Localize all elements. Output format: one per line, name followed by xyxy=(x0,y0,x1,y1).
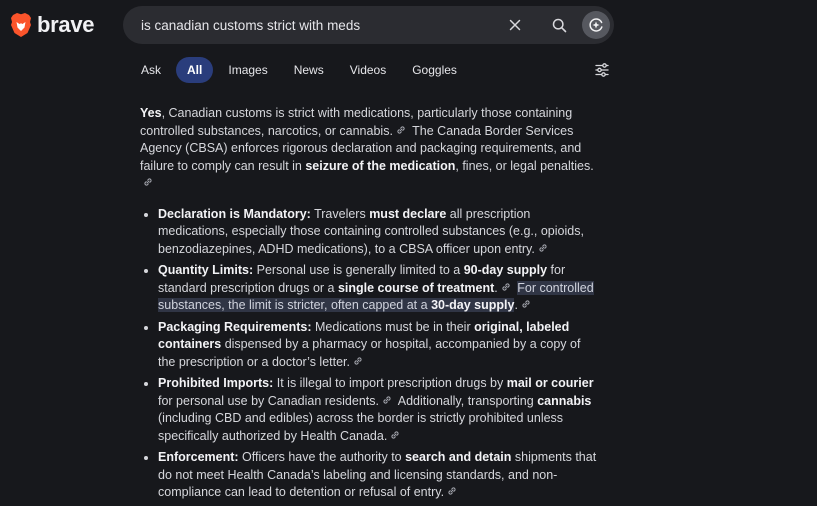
list-item: Declaration is Mandatory: Travelers must… xyxy=(158,206,598,259)
answer-text: Personal use is generally limited to a xyxy=(253,263,464,277)
answer-text: (including CBD and edibles) across the b… xyxy=(158,411,564,443)
list-item: Enforcement: Officers have the authority… xyxy=(158,449,598,502)
link-icon xyxy=(391,430,399,439)
answer-text: . xyxy=(494,280,498,295)
answer-bold: seizure of the medication xyxy=(305,158,456,173)
answer-bold: 90-day supply xyxy=(463,263,548,277)
answer-lead: Yes xyxy=(140,106,162,120)
answer-bold: mail or courier xyxy=(506,376,594,390)
citation-link[interactable] xyxy=(352,355,364,367)
answer-bold: cannabis xyxy=(537,393,592,408)
answer-text: dispensed by a pharmacy or hospital, acc… xyxy=(158,337,581,369)
citation-link[interactable] xyxy=(142,176,154,188)
answer-text: . xyxy=(514,298,518,312)
tab-images[interactable]: Images xyxy=(217,57,278,83)
list-item: Packaging Requirements: Medications must… xyxy=(158,319,598,372)
ai-answer-button[interactable] xyxy=(582,11,610,39)
citation-link[interactable] xyxy=(500,281,512,293)
answer-text: for personal use by Canadian residents. xyxy=(158,393,379,408)
brand-name: brave xyxy=(37,12,95,37)
filter-settings-button[interactable] xyxy=(594,62,610,78)
search-input[interactable] xyxy=(141,17,501,33)
bullet-title: Prohibited Imports: xyxy=(158,376,274,390)
tab-all[interactable]: All xyxy=(176,57,214,83)
bullet-title: Declaration is Mandatory: xyxy=(158,206,311,221)
answer-bold: single course of treatment xyxy=(337,280,495,295)
list-item: Quantity Limits: Personal use is general… xyxy=(158,262,598,315)
answer-bold: 30-day supply xyxy=(431,298,515,312)
answer-bold: must declare xyxy=(369,206,447,221)
answer-intro: Yes, Canadian customs is strict with med… xyxy=(140,105,598,193)
citation-link[interactable] xyxy=(395,124,407,136)
citation-link[interactable] xyxy=(446,485,458,497)
answer-text: Additionally, transporting xyxy=(394,393,538,408)
search-tabs: Ask All Images News Videos Goggles xyxy=(140,57,472,83)
answer-text: , fines, or legal penalties. xyxy=(455,158,594,173)
close-icon xyxy=(509,19,521,31)
list-item: Prohibited Imports: It is illegal to imp… xyxy=(158,375,598,445)
bullet-title: Quantity Limits: xyxy=(158,263,254,277)
search-button[interactable] xyxy=(549,15,569,35)
ai-answer: Yes, Canadian customs is strict with med… xyxy=(140,105,598,506)
answer-text: Officers have the authority to xyxy=(238,450,406,464)
answer-bullets: Declaration is Mandatory: Travelers must… xyxy=(140,206,598,502)
sliders-icon xyxy=(595,63,609,77)
link-icon xyxy=(397,125,405,134)
brave-lion-icon xyxy=(11,13,31,37)
clear-button[interactable] xyxy=(505,15,525,35)
answer-bold: search and detain xyxy=(405,450,512,464)
tab-goggles[interactable]: Goggles xyxy=(401,57,468,83)
citation-link[interactable] xyxy=(389,429,401,441)
link-icon xyxy=(522,300,530,308)
link-icon xyxy=(144,178,152,186)
link-icon xyxy=(448,487,456,495)
link-icon xyxy=(539,243,547,252)
search-icon xyxy=(552,18,566,32)
citation-link[interactable] xyxy=(381,394,393,406)
citation-link[interactable] xyxy=(537,242,549,254)
bullet-title: Enforcement: xyxy=(158,450,239,464)
answer-text: Medications must be in their xyxy=(311,319,475,334)
ai-sparkle-icon xyxy=(589,18,603,32)
answer-text: Travelers xyxy=(310,206,370,221)
link-icon xyxy=(502,282,510,291)
bullet-title: Packaging Requirements: xyxy=(158,319,312,334)
citation-link[interactable] xyxy=(520,298,532,310)
link-icon xyxy=(354,356,362,365)
link-icon xyxy=(383,395,391,404)
tab-videos[interactable]: Videos xyxy=(339,57,397,83)
brave-logo[interactable]: brave xyxy=(10,12,95,38)
search-bar xyxy=(123,6,614,44)
tab-news[interactable]: News xyxy=(283,57,335,83)
tab-ask[interactable]: Ask xyxy=(140,57,172,83)
answer-text: It is illegal to import prescription dru… xyxy=(273,376,507,390)
